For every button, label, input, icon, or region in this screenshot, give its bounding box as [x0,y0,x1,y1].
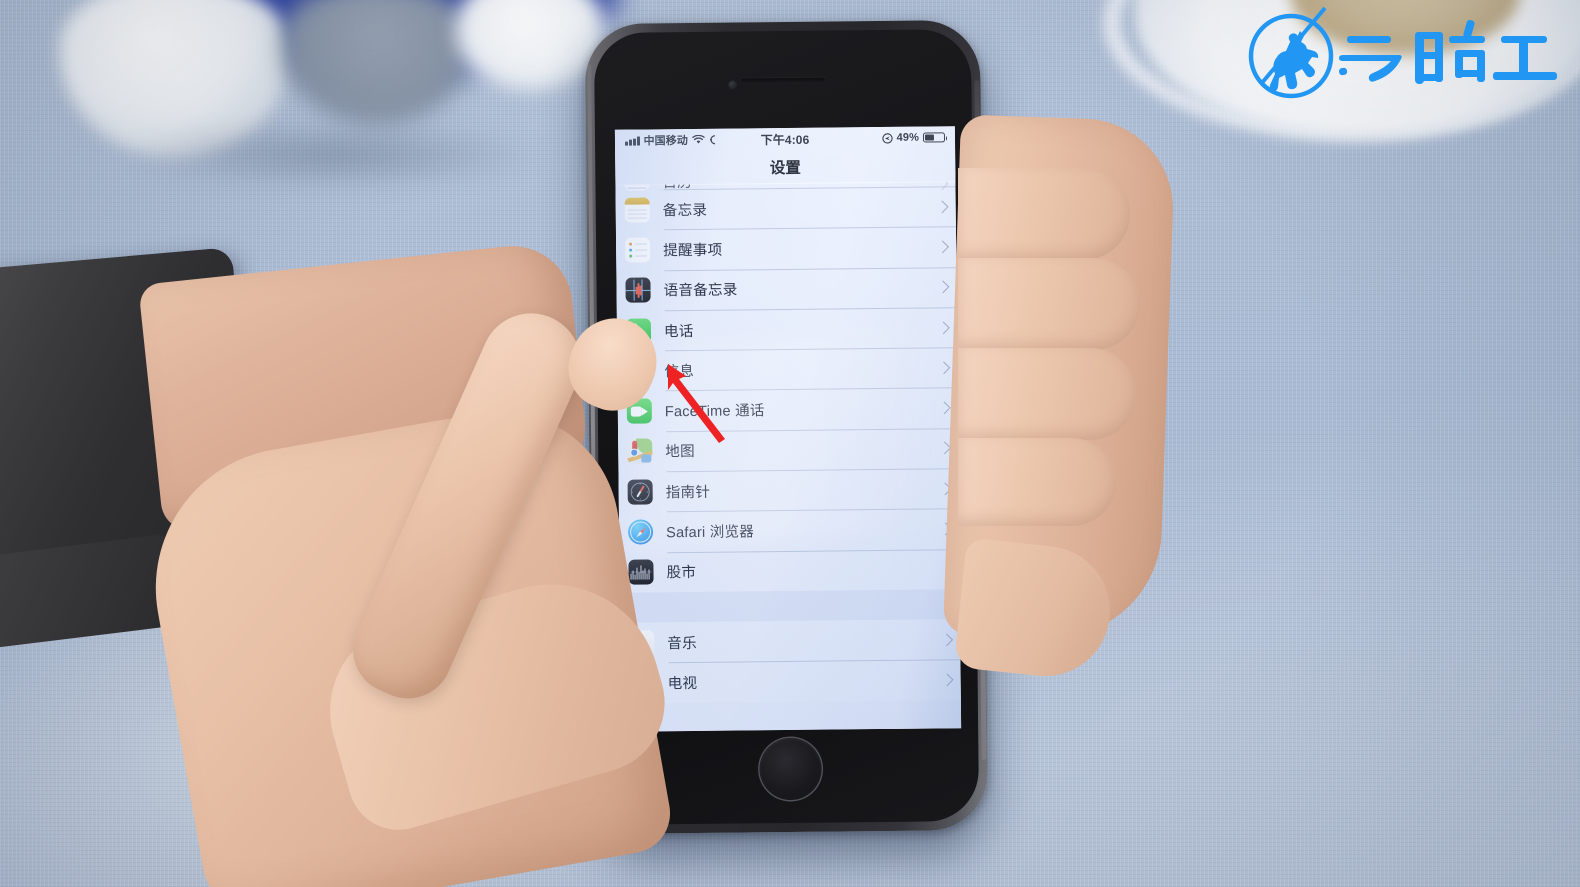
page-title: 设置 [615,148,956,185]
voice-memos-app-icon [625,277,651,303]
settings-row-label: 指南针 [665,484,711,501]
red-arrow-pointer [646,346,756,456]
brand-text-icon [1339,19,1557,84]
battery-percent-label: 49% [896,131,920,144]
safari-app-icon [627,519,654,545]
red-arrow-icon [668,364,725,443]
power-button[interactable] [981,299,988,346]
settings-row-compass[interactable]: 指南针 [618,468,958,512]
home-button[interactable] [758,737,822,801]
settings-row-label: 备忘录 [662,202,708,219]
chevron-right-icon [939,562,953,576]
brand-watermark [1243,6,1573,102]
chevron-right-icon [939,522,952,536]
screenshot-stage: 中国移动 下午4:06 49% 设置 备忘录 提醒事项 语音备忘录 电话 Fac… [0,0,1580,887]
settings-row-label: 语音备忘录 [663,282,738,300]
settings-row-stocks[interactable]: 股市 [619,549,959,593]
compass-app-icon [627,479,653,505]
settings-row-music[interactable]: ♫ 音乐 [620,619,960,663]
chevron-right-icon [937,321,950,334]
chevron-right-icon [935,200,949,213]
chevron-right-icon [936,240,949,254]
settings-row-label: 音乐 [667,635,697,652]
settings-row-label: 电话 [663,323,694,340]
settings-row-label: 提醒事项 [663,242,723,260]
settings-row-phone[interactable]: 电话 [617,307,957,351]
settings-row-tv[interactable]: tv 电视 [620,659,960,703]
settings-group-separator [619,589,961,623]
front-camera-icon [728,80,738,90]
earpiece-speaker-icon [739,76,826,85]
knight-circle-icon [1248,6,1334,99]
settings-row-label: Safari 浏览器 [666,524,755,542]
settings-row-reminders[interactable]: 提醒事项 [616,227,956,271]
stocks-app-icon [628,559,654,585]
settings-group-media: ♫ 音乐 tv 电视 [620,619,961,704]
phone-app-icon [625,317,652,344]
chevron-right-icon [937,361,951,375]
status-bar-right: 49% [882,131,946,144]
chevron-right-icon [938,482,952,495]
notes-app-icon [624,197,650,223]
settings-row-label: 股市 [666,565,697,582]
chevron-right-icon [936,280,950,294]
chevron-right-icon [937,401,951,415]
settings-row-safari[interactable]: Safari 浏览器 [619,509,959,553]
settings-row-voice-memos[interactable]: 语音备忘录 [616,267,956,311]
settings-row-notes[interactable]: 备忘录 [616,186,956,230]
proximity-sensor-icon [828,81,835,88]
reminders-app-icon [625,237,651,263]
battery-icon [922,132,946,143]
chevron-right-icon [940,633,954,646]
location-arrow-icon [882,132,893,144]
chevron-right-icon [938,441,952,455]
music-app-icon: ♫ [629,630,655,656]
tv-app-icon: tv [629,670,655,696]
chevron-right-icon [940,673,954,687]
settings-row-label: 电视 [667,675,698,693]
